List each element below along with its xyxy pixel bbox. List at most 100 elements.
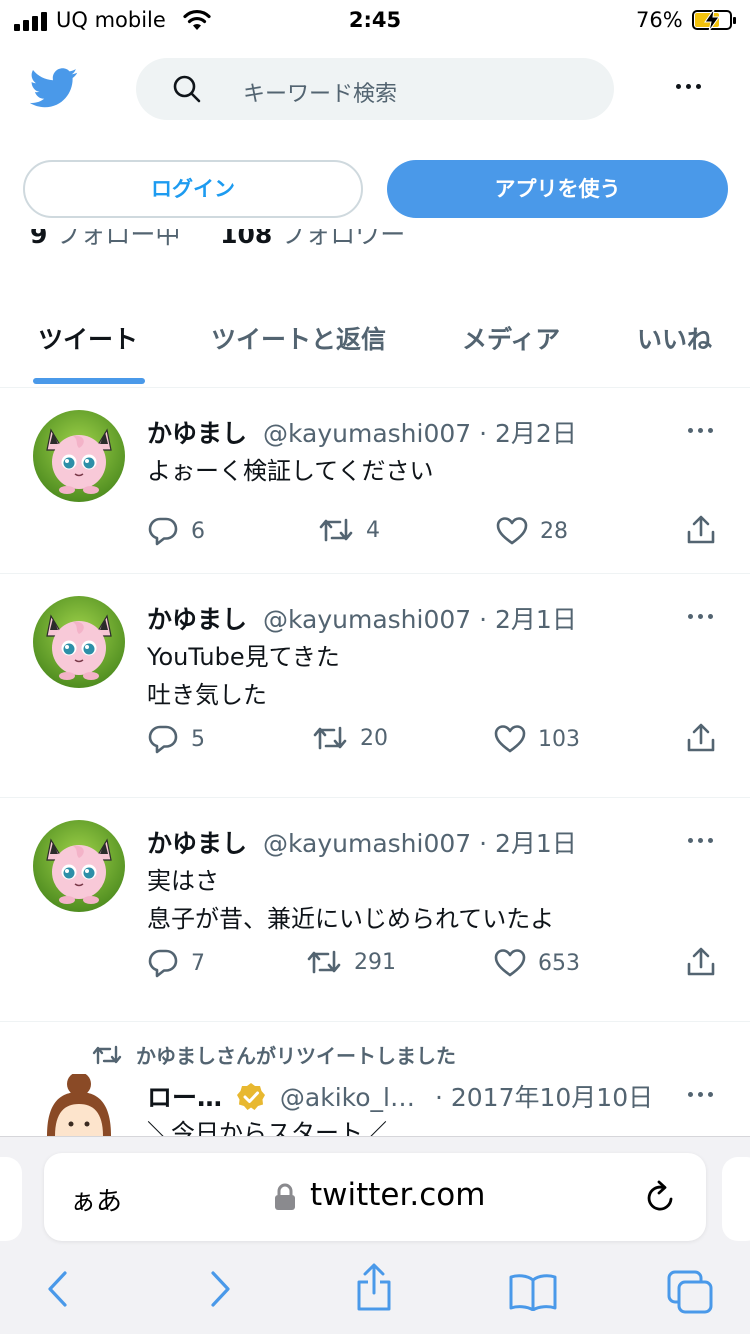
follow-counts: 9 フォロー中 108 フォロワー [30,229,430,251]
reload-icon[interactable] [644,1179,678,1215]
retweet-icon [319,518,353,542]
avatar[interactable] [33,596,125,688]
tweet-text-line: よぉーく検証してください [147,457,434,485]
tabs-icon[interactable] [666,1269,714,1315]
lock-icon [275,1183,295,1210]
author-name[interactable]: ロー… [147,1083,222,1112]
profile-tabs: ツイート ツイートと返信 メディア いいね [0,300,750,388]
retweet-count: 20 [360,725,388,751]
previous-tab-card[interactable] [0,1157,22,1241]
tweet-text: よぉーく検証してください [147,452,434,490]
tweet-text: YouTube見てきた 吐き気した [147,638,340,714]
share-icon[interactable] [686,946,716,978]
retweet-count: 4 [366,517,380,543]
reader-options-button[interactable]: ぁあ [70,1181,122,1218]
reply-button[interactable]: 5 [147,724,205,754]
like-button[interactable]: 653 [494,948,580,978]
author-name[interactable]: かゆまし [147,829,247,858]
reply-count: 6 [191,518,205,544]
search-input[interactable]: キーワード検索 [136,58,614,120]
share-tweet-button[interactable] [686,514,716,546]
login-button[interactable]: ログイン [23,160,363,218]
tweet-text-line: 息子が昔、兼近にいじめられていたよ [147,905,555,933]
tab-tweets-and-replies[interactable]: ツイートと返信 [211,320,386,356]
retweet-button[interactable]: 291 [306,948,396,976]
like-button[interactable]: 103 [494,724,580,754]
following-count: 9 [30,229,48,249]
search-placeholder: キーワード検索 [243,82,398,107]
next-tab-card[interactable] [722,1157,750,1241]
reply-button[interactable]: 7 [147,948,205,978]
reply-button[interactable]: 6 [147,516,205,546]
author-handle[interactable]: @kayumashi007 [263,829,471,858]
avatar[interactable] [33,1074,125,1136]
retweet-label[interactable]: かゆましさんがリツイートしました [136,1040,456,1069]
tweet-text-line: 吐き気した [147,681,267,709]
share-icon[interactable] [686,514,716,546]
author-handle[interactable]: @akiko_l… [280,1083,415,1112]
browser-toolbar: ぁあ twitter.com [0,1136,750,1334]
use-app-button[interactable]: アプリを使う [387,160,728,218]
retweet-context: かゆましさんがリツイートしました [92,1040,456,1069]
avatar[interactable] [33,410,125,502]
retweet-icon [307,950,341,974]
tweet[interactable]: かゆまし @kayumashi007 · 2月1日 YouTube見てきた 吐き気… [0,574,750,798]
tab-likes[interactable]: いいね [637,320,712,356]
retweet-button[interactable]: 20 [312,724,388,752]
tweet-date[interactable]: 2017年10月10日 [451,1083,653,1112]
author-handle[interactable]: @kayumashi007 [263,419,471,448]
author-handle[interactable]: @kayumashi007 [263,605,471,634]
address-bar[interactable]: ぁあ twitter.com [44,1153,706,1241]
tweet[interactable]: かゆまし @kayumashi007 · 2月2日 よぉーく検証してください 6… [0,388,750,574]
url-text: twitter.com [310,1177,486,1213]
like-icon [494,949,526,977]
tweet-date[interactable]: 2月2日 [495,419,577,448]
like-button[interactable]: 28 [496,516,568,546]
retweet-icon [313,726,347,750]
tweet-header: かゆまし @kayumashi007 · 2月2日 [147,419,577,448]
tweet-more-icon[interactable] [688,838,713,843]
reply-icon [148,517,178,546]
tweet-more-icon[interactable] [688,1092,713,1097]
tweet-date[interactable]: 2月1日 [495,605,577,634]
reply-icon [148,725,178,754]
share-tweet-button[interactable] [686,722,716,754]
tweet-text: ＼今日からスタート／ [147,1119,387,1136]
author-name[interactable]: かゆまし [147,419,247,448]
like-count: 653 [538,950,580,976]
retweet-icon [92,1045,122,1064]
battery-icon [692,9,736,31]
author-name[interactable]: かゆまし [147,605,247,634]
retweet-count: 291 [354,949,396,975]
share-tweet-button[interactable] [686,946,716,978]
avatar[interactable] [33,820,125,912]
tab-tweets[interactable]: ツイート [38,320,138,356]
tweet-more-icon[interactable] [688,428,713,433]
share-icon[interactable] [354,1263,394,1313]
retweet-header: ロー… @akiko_l… · 2017年10月10日 [147,1083,654,1112]
retweet-button[interactable]: 4 [318,516,380,544]
tweet-header: かゆまし @kayumashi007 · 2月1日 [147,605,577,634]
followers-label[interactable]: フォロワー [280,229,405,249]
tweet-more-icon[interactable] [688,614,713,619]
tweet-date[interactable]: 2月1日 [495,829,577,858]
forward-icon[interactable] [206,1269,234,1309]
tab-media[interactable]: メディア [462,320,560,356]
status-bar: UQ mobile 2:45 76% [0,0,750,44]
back-icon[interactable] [44,1269,72,1309]
verified-badge-icon [236,1083,265,1110]
twitter-bird-icon[interactable] [29,68,78,112]
share-icon[interactable] [686,722,716,754]
like-count: 103 [538,726,580,752]
following-label[interactable]: フォロー中 [55,229,180,249]
battery-percent: 76% [636,8,683,32]
bookmarks-icon[interactable] [508,1273,558,1311]
active-tab-indicator [33,378,145,384]
tweet-text-line: YouTube見てきた [147,643,340,671]
followers-count: 108 [220,229,273,249]
tweet[interactable]: かゆまし @kayumashi007 · 2月1日 実はさ息子が昔、兼近にいじめ… [0,798,750,1022]
tweet-header: かゆまし @kayumashi007 · 2月1日 [147,829,577,858]
tweet-text-line: 実はさ [147,867,219,895]
more-options-icon[interactable] [676,84,701,89]
reply-count: 5 [191,726,205,752]
